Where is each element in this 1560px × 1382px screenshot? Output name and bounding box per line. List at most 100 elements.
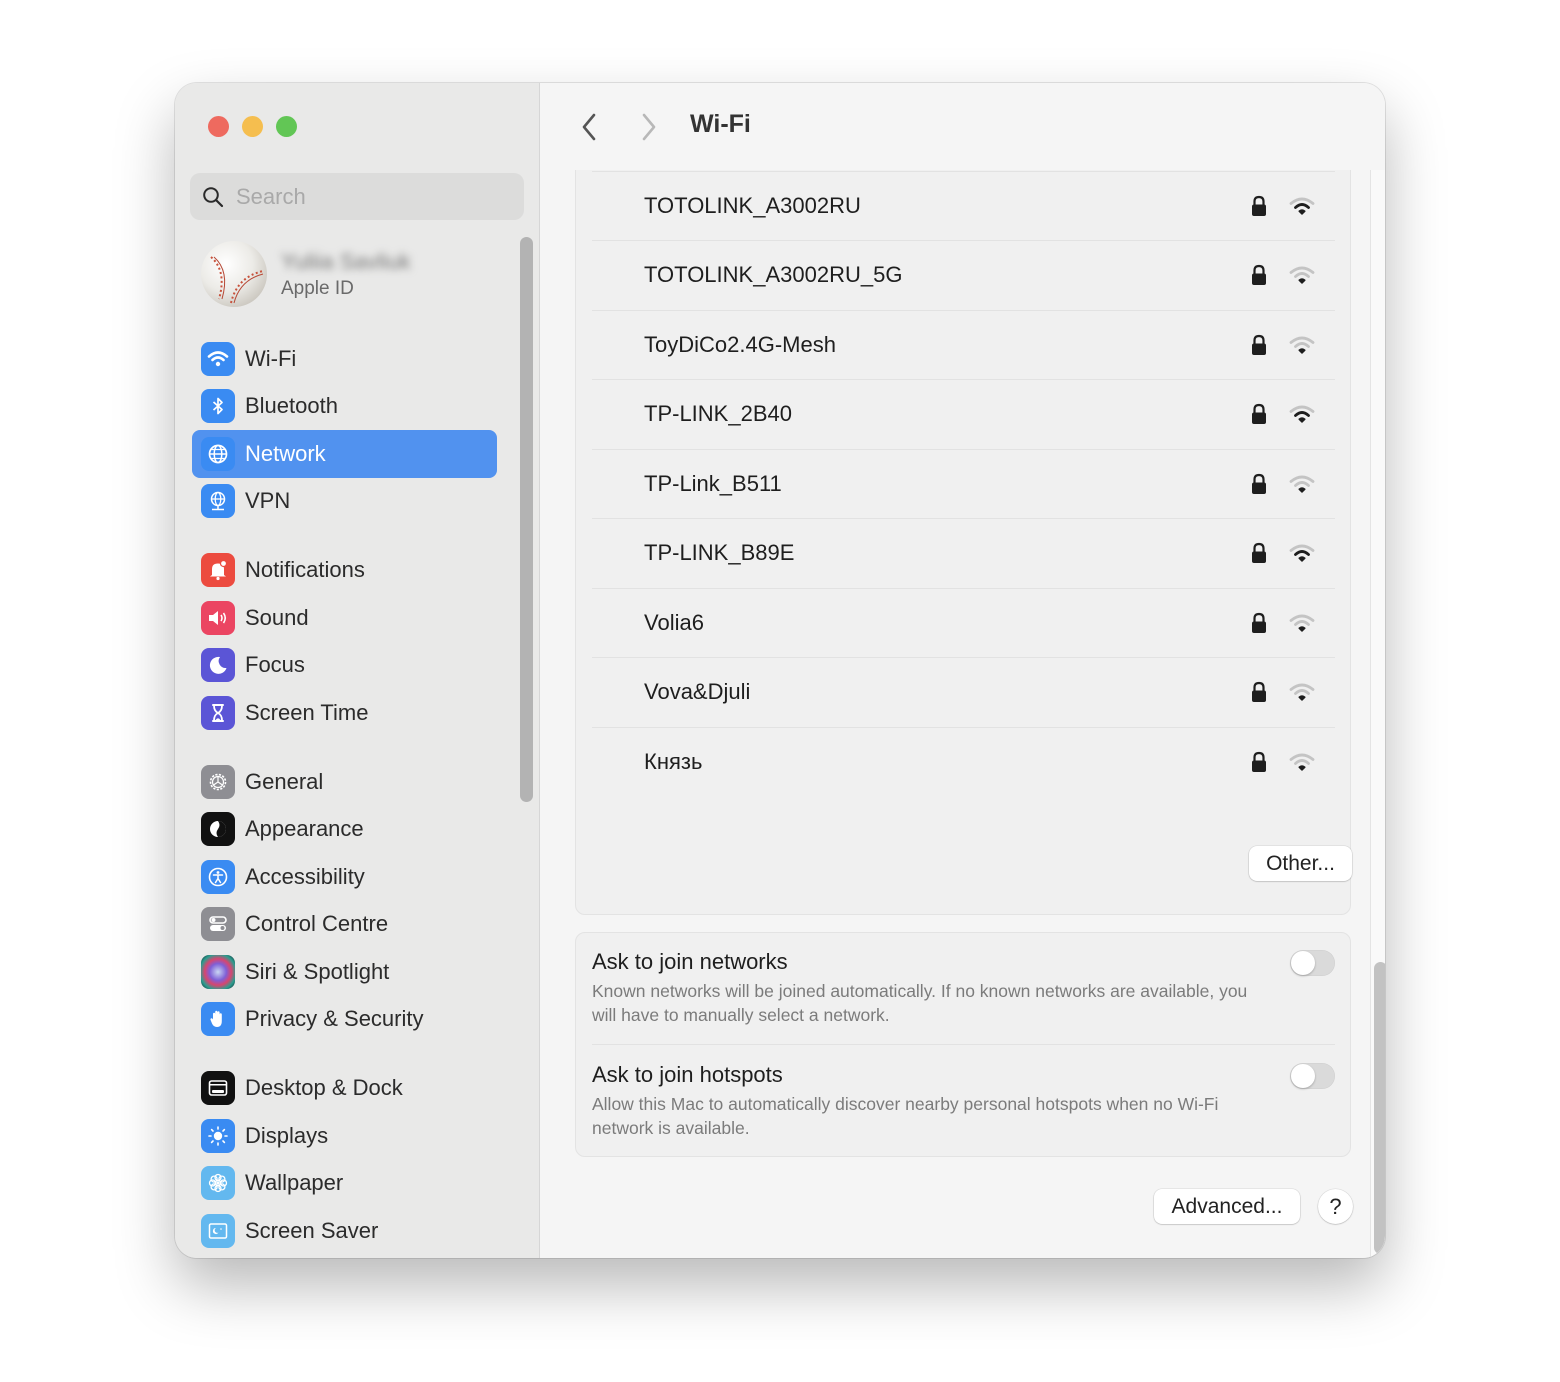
forward-button[interactable] (634, 111, 664, 143)
vpn-globe-icon (201, 484, 235, 519)
bell-icon (201, 553, 235, 588)
wifi-signal-icon (1289, 336, 1315, 354)
sidebar-item-wifi[interactable]: Wi-Fi (192, 335, 497, 383)
sidebar-item-vpn[interactable]: VPN (192, 478, 497, 526)
sidebar-item-label: Focus (245, 652, 305, 678)
sidebar-item-label: Wi-Fi (245, 345, 297, 371)
window-controls (208, 116, 297, 137)
sidebar-item-control-centre[interactable]: Control Centre (192, 901, 497, 949)
lock-icon (1252, 195, 1266, 216)
sidebar-item-displays[interactable]: Displays (192, 1112, 497, 1160)
sidebar-item-label: Displays (245, 1122, 329, 1148)
main-scrollbar-track (1370, 170, 1385, 1258)
ask-to-join-hotspots-row: Ask to join hotspots Allow this Mac to a… (592, 1060, 1335, 1150)
sidebar-item-desktop-dock[interactable]: Desktop & Dock (192, 1065, 497, 1113)
switches-icon (201, 907, 235, 942)
network-row[interactable]: TP-LINK_2B40 (592, 380, 1335, 450)
wifi-signal-icon (1289, 197, 1315, 215)
wifi-signal-icon (1289, 753, 1315, 771)
help-button[interactable]: ? (1318, 1189, 1353, 1224)
sun-icon (201, 1118, 235, 1153)
lock-icon (1252, 404, 1266, 425)
account-name: Yuliia Savliuk (281, 249, 411, 274)
network-row[interactable]: ToyDiCo2.4G-Mesh (592, 311, 1335, 380)
ask-to-join-hotspots-toggle[interactable] (1290, 1063, 1335, 1089)
sidebar-item-label: Desktop & Dock (245, 1075, 403, 1101)
main-scrollbar-thumb[interactable] (1374, 962, 1385, 1254)
sidebar-item-label: Network (245, 440, 326, 466)
network-row[interactable]: Князь (592, 728, 1335, 798)
sidebar-item-label: Screen Time (245, 699, 369, 725)
sidebar-item-network[interactable]: Network (192, 430, 497, 478)
sidebar-item-bluetooth[interactable]: Bluetooth (192, 383, 497, 431)
network-name: ToyDiCo2.4G-Mesh (644, 331, 836, 357)
lock-icon (1252, 334, 1266, 355)
lock-icon (1252, 612, 1266, 633)
search-icon (203, 186, 224, 207)
account-subtitle: Apple ID (281, 278, 354, 299)
network-row[interactable]: TP-LINK_B89E (592, 519, 1335, 589)
lock-icon (1252, 265, 1266, 286)
chevron-left-icon (582, 113, 596, 141)
sidebar-item-focus[interactable]: Focus (192, 642, 497, 690)
other-network-button[interactable]: Other... (1249, 846, 1352, 881)
network-name: TP-LINK_B89E (644, 540, 795, 566)
sidebar-item-siri-spotlight[interactable]: Siri & Spotlight (192, 948, 497, 996)
sidebar-nav: Wi-Fi Bluetooth Network VPN Notification… (192, 335, 497, 1255)
network-row[interactable]: Vova&Djuli (592, 658, 1335, 728)
network-row[interactable]: TOTOLINK_A3002RU (592, 172, 1335, 241)
back-button[interactable] (574, 111, 604, 143)
network-name: TP-LINK_2B40 (644, 401, 792, 427)
ask-to-join-networks-toggle[interactable] (1290, 950, 1335, 976)
lock-icon (1252, 543, 1266, 564)
sidebar-item-label: Siri & Spotlight (245, 958, 390, 984)
close-window-button[interactable] (208, 116, 229, 137)
zoom-window-button[interactable] (276, 116, 297, 137)
moon-icon (201, 648, 235, 683)
gear-icon (201, 764, 235, 799)
avatar (201, 241, 267, 307)
network-name: Князь (644, 749, 703, 775)
dock-icon (201, 1071, 235, 1106)
network-name: TOTOLINK_A3002RU (644, 192, 861, 218)
sidebar-item-accessibility[interactable]: Accessibility (192, 853, 497, 901)
sidebar-item-label: Control Centre (245, 911, 389, 937)
sidebar-item-screen-time[interactable]: Screen Time (192, 689, 497, 737)
sidebar-item-screen-saver[interactable]: Screen Saver (192, 1207, 497, 1255)
sidebar-item-sound[interactable]: Sound (192, 594, 497, 642)
sidebar-item-label: Wallpaper (245, 1170, 344, 1196)
networks-list: SivaTOTOLINK_A3002RUTOTOLINK_A3002RU_5GT… (575, 170, 1351, 915)
network-row[interactable]: TOTOLINK_A3002RU_5G (592, 241, 1335, 311)
lock-icon (1252, 473, 1266, 494)
option-title: Ask to join networks (592, 949, 788, 974)
sidebar: Yuliia Savliuk Apple ID Wi-Fi Bluetooth (175, 83, 540, 1258)
sidebar-item-label: Privacy & Security (245, 1006, 424, 1032)
lock-icon (1252, 752, 1266, 773)
sidebar-item-label: Notifications (245, 557, 365, 583)
minimize-window-button[interactable] (242, 116, 263, 137)
sidebar-item-notifications[interactable]: Notifications (192, 547, 497, 595)
sidebar-item-label: Appearance (245, 816, 364, 842)
advanced-button[interactable]: Advanced... (1154, 1189, 1300, 1224)
sidebar-item-wallpaper[interactable]: Wallpaper (192, 1160, 497, 1208)
wifi-signal-icon (1289, 405, 1315, 423)
sidebar-scrollbar[interactable] (520, 237, 533, 802)
screensaver-icon (201, 1213, 235, 1248)
sidebar-item-label: Screen Saver (245, 1217, 379, 1243)
accessibility-icon (201, 859, 235, 894)
system-settings-window: Yuliia Savliuk Apple ID Wi-Fi Bluetooth (175, 83, 1385, 1258)
sidebar-item-general[interactable]: General (192, 758, 497, 806)
network-row[interactable]: TP-Link_B511 (592, 450, 1335, 519)
option-description: Known networks will be joined automatica… (592, 981, 1248, 1025)
sidebar-item-privacy-security[interactable]: Privacy & Security (192, 996, 497, 1044)
baseball-icon (210, 256, 264, 304)
lock-icon (1252, 682, 1266, 703)
apple-id-account[interactable]: Yuliia Savliuk Apple ID (201, 241, 411, 307)
sidebar-item-appearance[interactable]: Appearance (192, 806, 497, 854)
network-row[interactable]: Volia6 (592, 589, 1335, 658)
wifi-signal-icon (1289, 266, 1315, 284)
search-field[interactable] (190, 173, 524, 220)
network-name: Volia6 (644, 609, 704, 635)
sidebar-item-label: VPN (245, 488, 291, 514)
search-input[interactable] (236, 183, 506, 210)
